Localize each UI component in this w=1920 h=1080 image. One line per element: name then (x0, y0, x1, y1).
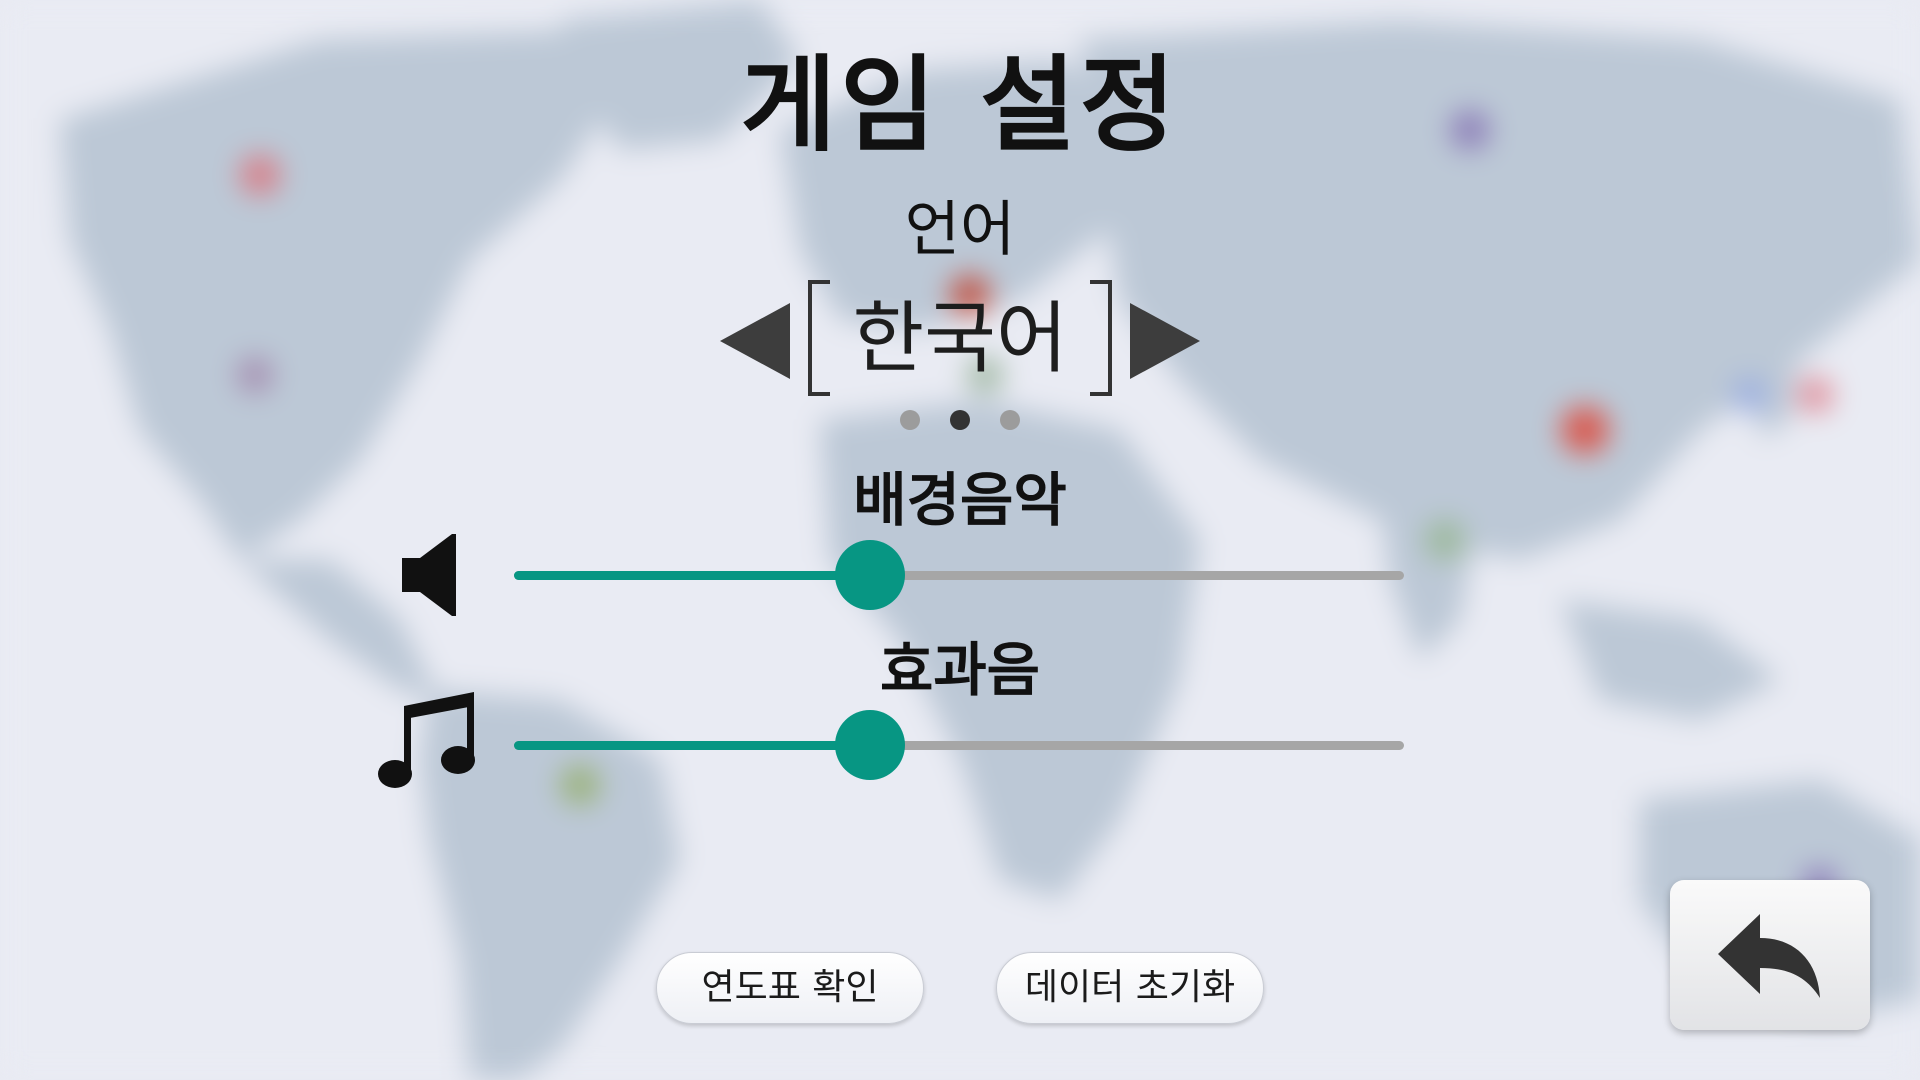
slider-track-fill (514, 741, 870, 750)
music-note-icon (378, 692, 475, 788)
page-dot-active (950, 410, 970, 430)
bgm-label: 배경음악 (853, 466, 1067, 534)
triangle-right-icon[interactable] (1130, 303, 1200, 379)
language-value: 한국어 (852, 294, 1068, 384)
language-page-indicator (0, 410, 1920, 430)
bgm-volume-slider[interactable] (514, 540, 1404, 610)
language-selector: 한국어 (720, 278, 1200, 400)
back-arrow-icon (1718, 914, 1820, 998)
slider-track-fill (514, 571, 870, 580)
reset-data-button[interactable]: 데이터 초기화 (996, 952, 1264, 1024)
language-label: 언어 (904, 195, 1016, 265)
slider-thumb[interactable] (835, 540, 905, 610)
page-dot (900, 410, 920, 430)
bracket-right-decoration (1090, 280, 1112, 396)
speaker-icon (402, 534, 456, 616)
timeline-button[interactable]: 연도표 확인 (656, 952, 924, 1024)
sfx-volume-slider[interactable] (514, 710, 1404, 780)
triangle-left-icon[interactable] (720, 303, 790, 379)
page-dot (1000, 410, 1020, 430)
page-title: 게임 설정 (740, 44, 1180, 166)
back-button[interactable] (1670, 880, 1870, 1030)
slider-thumb[interactable] (835, 710, 905, 780)
sfx-label: 효과음 (879, 636, 1041, 704)
bracket-left-decoration (808, 280, 830, 396)
